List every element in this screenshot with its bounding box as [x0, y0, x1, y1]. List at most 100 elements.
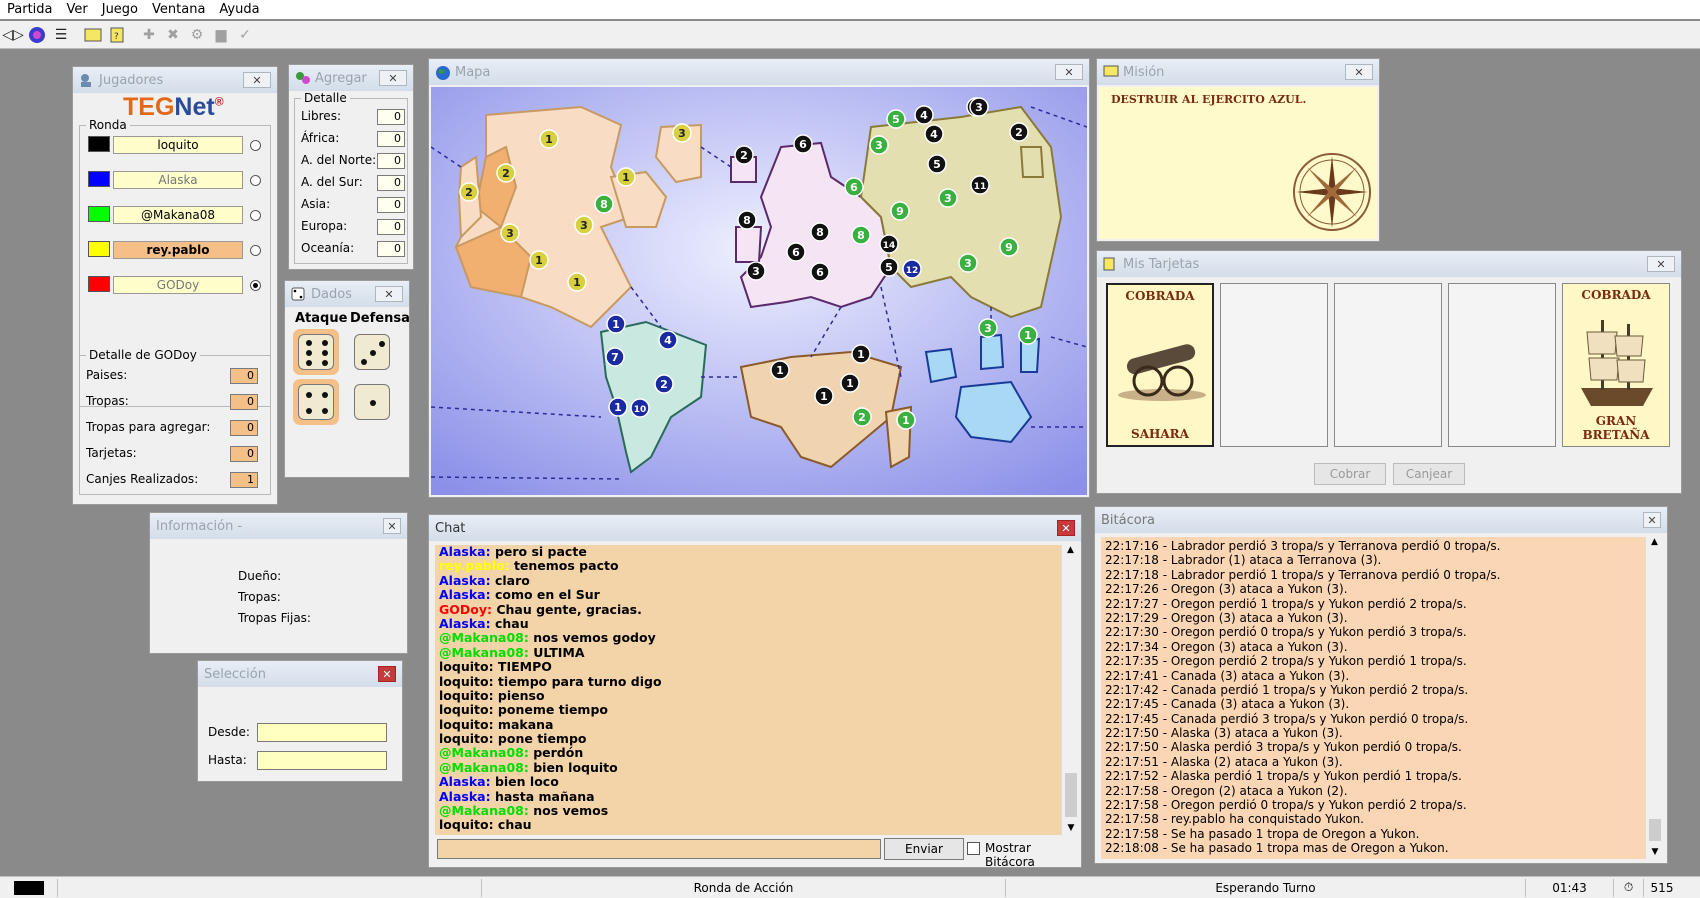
- army-marker[interactable]: 1: [896, 410, 916, 430]
- army-marker[interactable]: 3: [938, 188, 958, 208]
- attack-icon[interactable]: ✖: [162, 24, 184, 46]
- close-icon[interactable]: ✕: [1647, 256, 1675, 272]
- desde-field[interactable]: [257, 723, 387, 742]
- army-marker[interactable]: 3: [958, 253, 978, 273]
- hasta-field[interactable]: [257, 751, 387, 770]
- army-marker[interactable]: 2: [496, 163, 516, 183]
- card-sahara[interactable]: COBRADA SAHARA: [1106, 283, 1214, 447]
- army-marker[interactable]: 14: [879, 234, 899, 254]
- army-marker[interactable]: 3: [574, 215, 594, 235]
- chat-log[interactable]: Alaska: pero si pacte rey.pablo: tenemos …: [435, 545, 1079, 835]
- army-marker[interactable]: 1: [814, 386, 834, 406]
- army-marker[interactable]: 6: [786, 242, 806, 262]
- close-icon[interactable]: ✕: [1057, 520, 1075, 536]
- army-marker[interactable]: 9: [999, 237, 1019, 257]
- army-marker[interactable]: 3: [969, 97, 989, 117]
- army-marker[interactable]: 4: [658, 330, 678, 350]
- army-marker[interactable]: 8: [810, 222, 830, 242]
- army-marker[interactable]: 3: [672, 123, 692, 143]
- army-marker[interactable]: 1: [539, 129, 559, 149]
- army-marker[interactable]: 4: [924, 124, 944, 144]
- army-marker[interactable]: 1: [1018, 325, 1038, 345]
- army-marker[interactable]: 6: [793, 134, 813, 154]
- log-list[interactable]: 22:17:16 - Labrador perdió 3 tropa/s y T…: [1101, 537, 1663, 859]
- cards-icon[interactable]: ?: [106, 24, 128, 46]
- army-marker[interactable]: 10: [630, 398, 650, 418]
- player-radio[interactable]: [250, 245, 261, 256]
- army-marker[interactable]: 5: [879, 257, 899, 277]
- close-icon[interactable]: ✕: [1345, 64, 1373, 80]
- army-marker[interactable]: 1: [529, 250, 549, 270]
- log-scrollbar[interactable]: ▲ ▼: [1645, 537, 1663, 859]
- army-marker[interactable]: 1: [606, 314, 626, 334]
- globe-icon[interactable]: [26, 24, 48, 46]
- army-marker[interactable]: 1: [770, 360, 790, 380]
- mission-icon[interactable]: [82, 24, 104, 46]
- agregar-label: A. del Sur:: [301, 175, 363, 189]
- canjear-button[interactable]: Canjear: [1393, 463, 1465, 485]
- close-icon[interactable]: ✕: [243, 72, 271, 88]
- army-marker[interactable]: 1: [851, 344, 871, 364]
- menu-ayuda[interactable]: Ayuda: [212, 0, 266, 19]
- army-marker[interactable]: 2: [1009, 122, 1029, 142]
- player-radio[interactable]: [250, 175, 261, 186]
- menu-ventana[interactable]: Ventana: [145, 0, 212, 19]
- connect-icon[interactable]: ◁▷: [2, 24, 24, 46]
- army-marker[interactable]: 6: [844, 177, 864, 197]
- army-marker[interactable]: 11: [970, 175, 990, 195]
- card-slot-empty[interactable]: [1220, 283, 1328, 447]
- close-icon[interactable]: ✕: [375, 286, 403, 302]
- army-marker[interactable]: 4: [914, 105, 934, 125]
- card-get-icon[interactable]: ▆: [210, 24, 232, 46]
- army-marker[interactable]: 7: [605, 347, 625, 367]
- army-marker[interactable]: 1: [608, 397, 628, 417]
- close-icon[interactable]: ✕: [1055, 64, 1083, 80]
- army-marker[interactable]: 1: [567, 272, 587, 292]
- army-marker[interactable]: 6: [810, 262, 830, 282]
- army-marker[interactable]: 5: [886, 109, 906, 129]
- army-marker[interactable]: 1: [840, 373, 860, 393]
- chat-sender: loquito:: [439, 660, 494, 675]
- world-map[interactable]: 1221331318147211028668863614512545345391…: [431, 87, 1087, 495]
- enviar-button[interactable]: Enviar: [884, 838, 964, 860]
- army-marker[interactable]: 2: [459, 182, 479, 202]
- chat-input[interactable]: [437, 839, 881, 859]
- close-icon[interactable]: ✕: [1643, 512, 1661, 528]
- army-marker[interactable]: 8: [594, 194, 614, 214]
- list-icon[interactable]: ☰: [50, 24, 72, 46]
- player-radio[interactable]: [250, 210, 261, 221]
- close-icon[interactable]: ✕: [383, 518, 401, 534]
- menu-ver[interactable]: Ver: [60, 0, 95, 19]
- log-entry: 22:17:30 - Oregon perdió 0 tropa/s y Yuk…: [1105, 625, 1467, 640]
- dueno-label: Dueño:: [238, 569, 282, 583]
- army-marker[interactable]: 3: [869, 135, 889, 155]
- army-marker[interactable]: 8: [737, 210, 757, 230]
- menu-juego[interactable]: Juego: [95, 0, 145, 19]
- card-gran-bretana[interactable]: COBRADA GRAN BRETAÑA: [1562, 283, 1670, 447]
- player-radio[interactable]: [250, 140, 261, 151]
- army-marker[interactable]: 12: [902, 259, 922, 279]
- cobrar-button[interactable]: Cobrar: [1314, 463, 1386, 485]
- menu-partida[interactable]: Partida: [0, 0, 60, 19]
- army-count: 3: [752, 265, 760, 278]
- army-marker[interactable]: 2: [654, 374, 674, 394]
- army-marker[interactable]: 2: [852, 407, 872, 427]
- mostrar-bitacora-checkbox[interactable]: [967, 842, 980, 855]
- army-marker[interactable]: 8: [851, 225, 871, 245]
- close-icon[interactable]: ✕: [378, 666, 396, 682]
- player-radio[interactable]: [250, 280, 261, 291]
- chat-scrollbar[interactable]: ▲ ▼: [1061, 545, 1079, 835]
- card-slot-empty[interactable]: [1334, 283, 1442, 447]
- close-icon[interactable]: ✕: [379, 70, 407, 86]
- army-marker[interactable]: 1: [616, 167, 636, 187]
- army-marker[interactable]: 5: [927, 154, 947, 174]
- end-turn-icon[interactable]: ✓: [234, 24, 256, 46]
- army-marker[interactable]: 3: [978, 318, 998, 338]
- army-marker[interactable]: 9: [890, 201, 910, 221]
- add-icon[interactable]: ✚: [138, 24, 160, 46]
- army-marker[interactable]: 3: [500, 223, 520, 243]
- card-slot-empty[interactable]: [1448, 283, 1556, 447]
- army-marker[interactable]: 3: [746, 261, 766, 281]
- regroup-icon[interactable]: ⚙: [186, 24, 208, 46]
- army-marker[interactable]: 2: [734, 145, 754, 165]
